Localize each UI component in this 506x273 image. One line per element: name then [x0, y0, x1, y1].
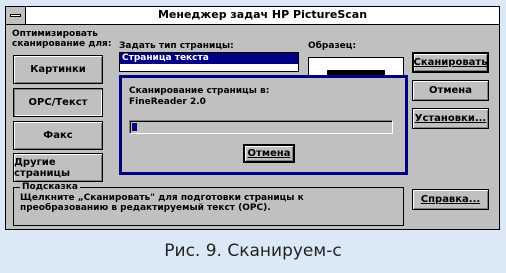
page-type-selected-item[interactable]: Страница текста — [120, 53, 298, 64]
system-menu-icon — [10, 14, 21, 17]
optimize-fax-button[interactable]: Факс — [13, 121, 103, 150]
system-menu-button[interactable] — [6, 7, 26, 24]
screenshot-frame: Менеджер задач HP PictureScan Оптимизиро… — [0, 0, 506, 273]
optimize-label-line2: сканирование для: — [12, 39, 112, 49]
progress-cancel-button[interactable]: Отмена — [243, 144, 295, 163]
preview-label: Образец: — [308, 41, 357, 51]
scan-button-label: Сканировать — [413, 57, 488, 68]
title-bar: Менеджер задач HP PictureScan — [6, 7, 499, 25]
settings-button[interactable]: Установки... — [412, 108, 489, 129]
task-manager-window: Менеджер задач HP PictureScan Оптимизиро… — [5, 6, 500, 230]
hint-text: Щелкните „Сканировать" для подготовки ст… — [20, 193, 304, 213]
scan-button[interactable]: Сканировать — [412, 52, 489, 73]
progress-dialog-line2: FineReader 2.0 — [129, 97, 206, 107]
optimize-pictures-button[interactable]: Картинки — [13, 55, 103, 84]
hint-group: Подсказка Щелкните „Сканировать" для под… — [13, 182, 404, 226]
window-title: Менеджер задач HP PictureScan — [157, 8, 368, 21]
help-button-label: Справка... — [420, 194, 481, 205]
hint-title: Подсказка — [20, 182, 80, 192]
optimize-other-pages-button[interactable]: Другие страницы — [13, 153, 103, 182]
optimize-ocr-text-button[interactable]: OPC/Текст — [13, 88, 103, 117]
help-button[interactable]: Справка... — [412, 189, 489, 210]
settings-button-label: Установки... — [414, 113, 487, 124]
figure-caption: Рис. 9. Сканируем-с — [164, 241, 342, 261]
optimize-label-line1: Оптимизировать — [12, 29, 98, 39]
page-type-label: Задать тип страницы: — [119, 41, 234, 51]
cancel-button[interactable]: Отмена — [412, 80, 489, 101]
scan-progress-dialog: Сканирование страницы в: FineReader 2.0 … — [119, 75, 408, 175]
page-type-listbox[interactable]: Страница текста — [119, 52, 299, 72]
scan-progress-fill — [132, 123, 137, 131]
progress-cancel-label: Отмена — [247, 148, 291, 159]
scan-progress-bar — [129, 120, 393, 134]
progress-dialog-line1: Сканирование страницы в: — [129, 86, 270, 96]
